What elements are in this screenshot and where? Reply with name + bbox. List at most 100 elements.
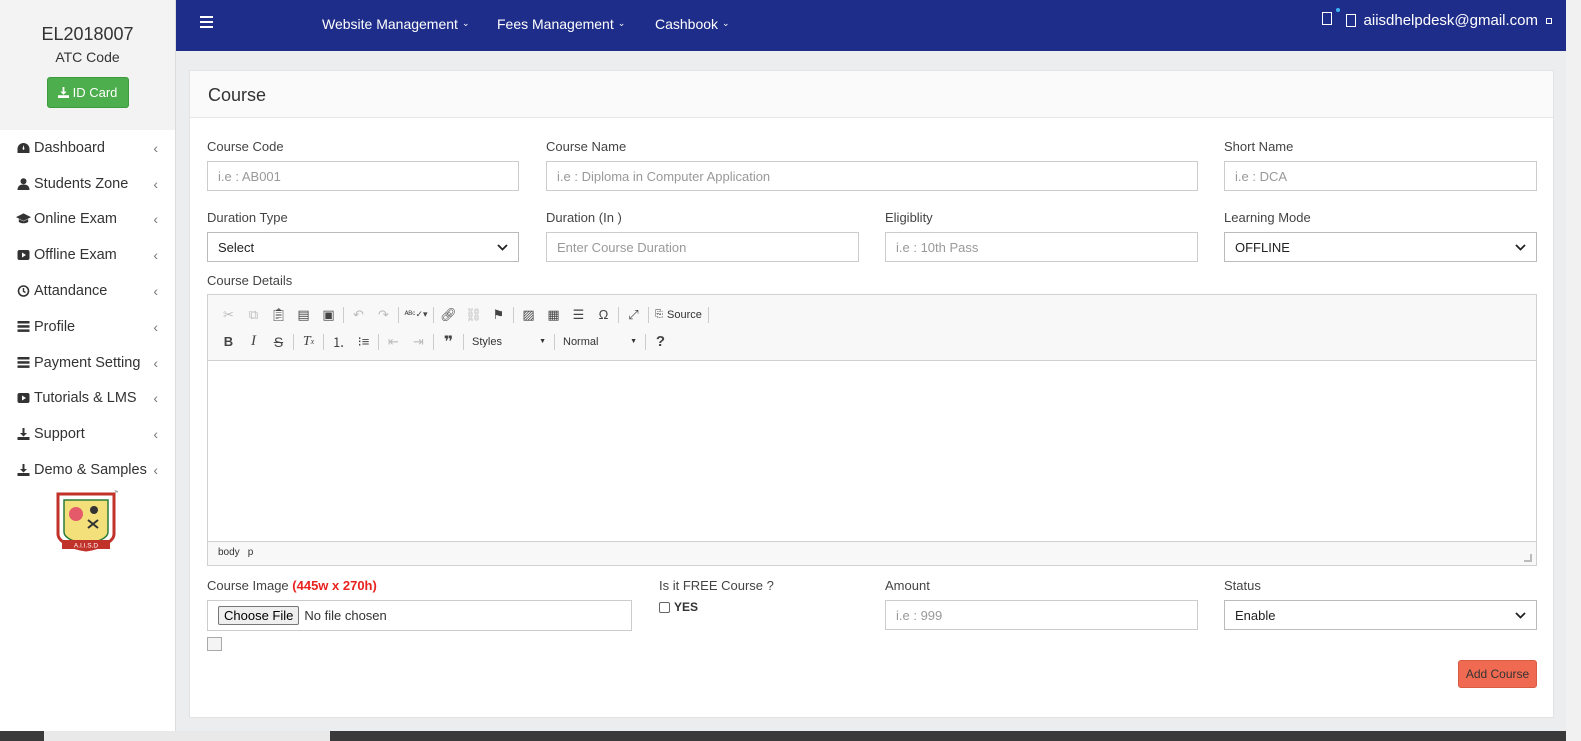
- sidebar-item-attandance[interactable]: Attandance ‹: [0, 273, 175, 309]
- broken-image-icon: [207, 637, 222, 651]
- chevron-left-icon: ‹: [153, 283, 158, 300]
- menu-fees-management[interactable]: Fees Management ⌄: [497, 16, 625, 32]
- notifications-icon[interactable]: [1321, 8, 1340, 29]
- menu-cashbook[interactable]: Cashbook ⌄: [655, 16, 730, 32]
- course-name-input[interactable]: [546, 161, 1198, 191]
- free-course-checkbox[interactable]: [659, 601, 670, 613]
- sidebar-item-tutorials-lms[interactable]: Tutorials & LMS ‹: [0, 381, 175, 417]
- download-icon: [17, 464, 30, 477]
- maximize-icon[interactable]: ⤢: [621, 304, 646, 326]
- remove-format-icon[interactable]: Tx: [296, 331, 321, 353]
- list-icon: [17, 357, 30, 369]
- format-combo[interactable]: Normal ▼: [557, 332, 643, 352]
- toolbar-separator: [513, 306, 514, 323]
- toolbar-separator: [645, 333, 646, 350]
- file-status: No file chosen: [304, 608, 387, 623]
- status-select[interactable]: Enable: [1224, 600, 1537, 630]
- sidebar-item-students-zone[interactable]: Students Zone ‹: [0, 166, 175, 202]
- special-char-icon[interactable]: Ω: [591, 304, 616, 326]
- spellcheck-icon[interactable]: ᴬᴮᶜ✓▾: [401, 304, 431, 326]
- sidebar-item-label: Attandance: [34, 283, 108, 300]
- learning-mode-select[interactable]: OFFLINE: [1224, 232, 1537, 262]
- chevron-left-icon: ‹: [153, 426, 158, 443]
- choose-file-button[interactable]: Choose File: [218, 606, 300, 625]
- course-code-input[interactable]: [207, 161, 519, 191]
- paste-icon[interactable]: 📋︎: [266, 304, 291, 326]
- link-icon[interactable]: 🔗︎: [436, 304, 461, 326]
- window-scrollbar[interactable]: [1566, 0, 1581, 741]
- sidebar-item-demo-samples[interactable]: Demo & Samples ‹: [0, 452, 175, 488]
- toolbar-separator: [648, 306, 649, 323]
- user-icon: [1345, 14, 1356, 27]
- unlink-icon[interactable]: ⛓: [461, 304, 486, 326]
- user-account-menu[interactable]: aiisdhelpdesk@gmail.com: [1345, 12, 1552, 29]
- sidebar-item-online-exam[interactable]: Online Exam ‹: [0, 202, 175, 238]
- hamburger-menu-icon[interactable]: [200, 16, 213, 28]
- chevron-down-icon: ⌄: [617, 17, 626, 28]
- user-icon: [17, 177, 30, 190]
- list-icon: [17, 321, 30, 333]
- download-icon: [57, 87, 69, 98]
- eligibility-label: Eligiblity: [885, 210, 933, 225]
- path-element-p[interactable]: p: [248, 547, 254, 560]
- table-icon[interactable]: ▦: [541, 304, 566, 326]
- cut-icon[interactable]: ✂: [216, 304, 241, 326]
- taskbar-strip: [0, 731, 1566, 741]
- source-label: Source: [667, 308, 702, 321]
- eligibility-input[interactable]: [885, 232, 1198, 262]
- free-course-option[interactable]: YES: [659, 600, 859, 614]
- menu-label: Website Management: [322, 16, 458, 32]
- undo-icon[interactable]: ↶: [346, 304, 371, 326]
- horizontal-line-icon[interactable]: ☰: [566, 304, 591, 326]
- anchor-flag-icon[interactable]: ⚑: [486, 304, 511, 326]
- graduation-cap-icon: [16, 213, 31, 224]
- id-card-button[interactable]: ID Card: [46, 77, 129, 108]
- editor-toolbar-row-2: B I S Tx ⒈ ⁝≡ ⇤ ⇥ ❞ Styles ▼ Normal ▼ ?: [216, 328, 1528, 355]
- blockquote-icon[interactable]: ❞: [436, 331, 461, 353]
- path-element-body[interactable]: body: [218, 547, 240, 560]
- bulleted-list-icon[interactable]: ⁝≡: [351, 331, 376, 353]
- paste-text-icon[interactable]: ▤: [291, 304, 316, 326]
- duration-type-select[interactable]: Select: [207, 232, 519, 262]
- short-name-input[interactable]: [1224, 161, 1537, 191]
- editor-content-area[interactable]: [208, 361, 1536, 541]
- italic-icon[interactable]: I: [241, 331, 266, 353]
- copy-icon[interactable]: ⧉: [241, 304, 266, 326]
- toolbar-separator: [293, 333, 294, 350]
- chevron-down-icon: ⌄: [461, 17, 470, 28]
- numbered-list-icon[interactable]: ⒈: [326, 331, 351, 353]
- menu-website-management[interactable]: Website Management ⌄: [322, 16, 469, 32]
- format-label: Normal: [563, 335, 599, 348]
- duration-group: Duration (In ): [546, 210, 859, 262]
- indent-icon[interactable]: ⇥: [406, 331, 431, 353]
- bold-icon[interactable]: B: [216, 331, 241, 353]
- sidebar-item-label: Students Zone: [34, 175, 129, 192]
- sidebar-item-profile[interactable]: Profile ‹: [0, 309, 175, 345]
- source-button[interactable]: ⎘ Source: [651, 309, 706, 321]
- sidebar-item-payment-setting[interactable]: Payment Setting ‹: [0, 345, 175, 381]
- sidebar: EL2018007 ATC Code ID Card Dashboard ‹ S…: [0, 0, 176, 741]
- atc-code-label: ATC Code: [55, 49, 120, 65]
- sidebar-item-dashboard[interactable]: Dashboard ‹: [0, 130, 175, 166]
- user-email: aiisdhelpdesk@gmail.com: [1363, 12, 1538, 29]
- outdent-icon[interactable]: ⇤: [381, 331, 406, 353]
- sidebar-item-support[interactable]: Support ‹: [0, 416, 175, 452]
- toolbar-separator: [618, 306, 619, 323]
- course-image-file-input[interactable]: Choose File No file chosen: [207, 600, 632, 631]
- help-icon[interactable]: ?: [648, 331, 673, 353]
- chevron-left-icon: ‹: [153, 247, 158, 264]
- paste-word-icon[interactable]: ▣: [316, 304, 341, 326]
- duration-input[interactable]: [546, 232, 859, 262]
- redo-icon[interactable]: ↷: [371, 304, 396, 326]
- styles-combo[interactable]: Styles ▼: [466, 332, 552, 352]
- sidebar-item-offline-exam[interactable]: Offline Exam ‹: [0, 237, 175, 273]
- duration-label: Duration (In ): [546, 210, 622, 225]
- add-course-button[interactable]: Add Course: [1458, 660, 1537, 688]
- image-icon[interactable]: ▨: [516, 304, 541, 326]
- strikethrough-icon[interactable]: S: [266, 331, 291, 353]
- resize-handle-icon[interactable]: [1524, 554, 1532, 562]
- sidebar-item-label: Support: [34, 426, 85, 443]
- amount-input[interactable]: [885, 600, 1198, 630]
- chevron-down-icon: ⌄: [722, 17, 730, 28]
- chevron-down-icon: ▼: [539, 338, 546, 345]
